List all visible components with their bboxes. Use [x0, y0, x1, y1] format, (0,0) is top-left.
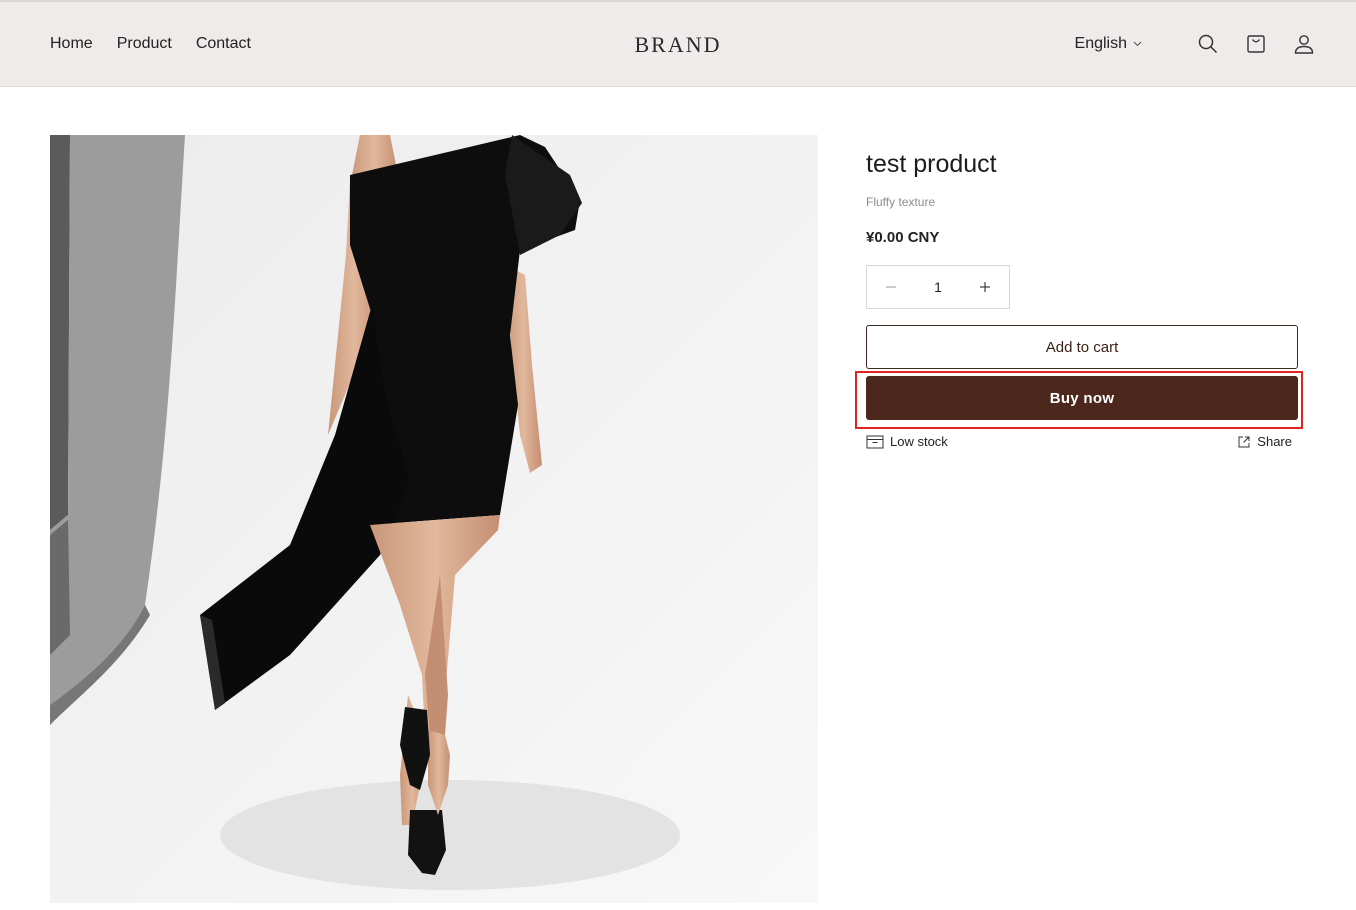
quantity-decrease-button[interactable]: [867, 266, 915, 308]
minus-icon: [886, 286, 896, 288]
box-icon: [866, 435, 884, 448]
quantity-input[interactable]: 1: [915, 279, 961, 295]
product-meta: Low stock Share: [866, 434, 1292, 449]
stock-status: Low stock: [866, 434, 948, 449]
language-label: English: [1074, 35, 1127, 52]
site-header: Home Product Contact BRAND English: [0, 0, 1356, 87]
buy-now-button[interactable]: Buy now: [866, 376, 1298, 420]
product-subtitle: Fluffy texture: [866, 195, 936, 209]
product-image[interactable]: [50, 135, 818, 903]
quantity-increase-button[interactable]: [961, 266, 1009, 308]
header-actions: English: [1075, 32, 1316, 56]
plus-icon: [980, 282, 990, 292]
share-label: Share: [1257, 434, 1292, 449]
search-icon[interactable]: [1196, 32, 1220, 56]
share-icon: [1238, 436, 1250, 447]
cart-icon[interactable]: [1244, 32, 1268, 56]
quantity-stepper: 1: [866, 265, 1010, 309]
product-title: test product: [866, 150, 997, 178]
stock-label: Low stock: [890, 434, 948, 449]
share-button[interactable]: Share: [1237, 434, 1292, 449]
account-icon[interactable]: [1292, 32, 1316, 56]
language-selector[interactable]: English: [1075, 35, 1142, 53]
chevron-down-icon: [1133, 41, 1142, 47]
add-to-cart-button[interactable]: Add to cart: [866, 325, 1298, 369]
product-price: ¥0.00 CNY: [866, 229, 940, 246]
buy-now-container: Buy now: [855, 371, 1303, 429]
product-info: test product Fluffy texture ¥0.00 CNY 1 …: [855, 150, 1303, 449]
